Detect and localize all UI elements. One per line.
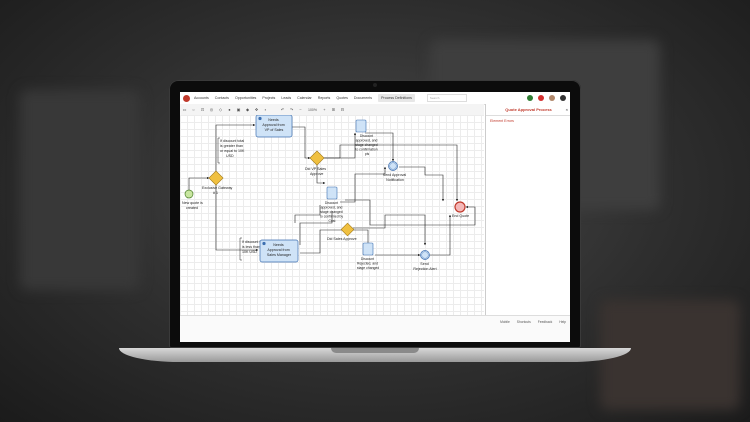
process-diagram: If discount total is greater than or equ… <box>182 114 476 271</box>
gateway-tool-icon[interactable]: ◇ <box>216 107 225 112</box>
start-event[interactable] <box>184 189 194 199</box>
send-approval-label: Send Approval Notification <box>383 173 407 182</box>
nav-item-accounts[interactable]: Accounts <box>194 96 209 100</box>
quick-create-icon[interactable] <box>527 95 533 101</box>
laptop: Accounts Contacts Opportunities Projects… <box>119 80 631 362</box>
diamond-tool-icon[interactable]: ◆ <box>243 107 252 112</box>
laptop-notch <box>331 348 419 353</box>
close-icon[interactable]: × <box>566 107 568 112</box>
script-task-bottom[interactable] <box>362 242 374 256</box>
avatar[interactable] <box>549 95 555 101</box>
nav-item-quotes[interactable]: Quotes <box>336 96 348 100</box>
start-event-label: New quote is created <box>182 201 204 210</box>
zoom-out-icon[interactable]: − <box>296 107 305 112</box>
laptop-bezel: Accounts Contacts Opportunities Projects… <box>169 80 581 348</box>
settings-icon[interactable] <box>560 95 566 101</box>
pointer-tool-icon[interactable]: ▭ <box>180 107 189 112</box>
end-event-label: End Quote <box>452 214 469 218</box>
script-task-top[interactable] <box>355 119 367 133</box>
footer-link-feedback[interactable]: Feedback <box>538 320 552 324</box>
fit-icon[interactable]: ⊟ <box>338 107 347 112</box>
flow-alert-to-end[interactable] <box>430 214 452 256</box>
properties-panel: Quote Approval Process × Element Errors <box>485 104 570 315</box>
footer: Mobile Shortcuts Feedback Help <box>180 315 570 342</box>
search-input[interactable]: Search <box>426 94 467 102</box>
gateway-1-label: Exclusive Gateway # 1 <box>202 186 233 195</box>
footer-link-shortcuts[interactable]: Shortcuts <box>517 320 531 324</box>
nav-item-projects[interactable]: Projects <box>262 96 275 100</box>
nav-item-reports[interactable]: Reports <box>318 96 331 100</box>
gateway-sm-label: Did Sales Approve <box>327 237 357 241</box>
element-errors-label[interactable]: Element Errors <box>486 116 570 126</box>
gateway-vp-label: Did VP Sales Approve <box>305 167 327 176</box>
flow-vp-to-gateway[interactable] <box>292 126 311 160</box>
gateway-sm-approve[interactable] <box>340 222 355 237</box>
task-tool-icon[interactable]: ○ <box>189 107 198 112</box>
nav-item-process-definitions[interactable]: Process Definitions <box>378 94 415 102</box>
background-shape <box>20 90 140 290</box>
diagram-canvas[interactable]: If discount total is greater than or equ… <box>180 114 484 315</box>
send-rejection-label: Send Rejection Alert <box>413 262 436 271</box>
nav-item-calendar[interactable]: Calendar <box>297 96 312 100</box>
script-task-mid[interactable] <box>326 186 338 200</box>
end-event-tool-icon[interactable]: ● <box>225 107 234 112</box>
nav-item-leads[interactable]: Leads <box>281 96 291 100</box>
redo-icon[interactable]: ↷ <box>287 107 296 112</box>
nav-item-documents[interactable]: Documents <box>354 96 372 100</box>
flow-mid-to-notify[interactable] <box>340 166 387 203</box>
flow-extra[interactable] <box>294 205 321 223</box>
user-task-icon <box>258 116 262 121</box>
laptop-base <box>119 348 631 362</box>
grid-icon[interactable]: ⊞ <box>329 107 338 112</box>
footer-link-mobile[interactable]: Mobile <box>500 320 510 324</box>
gateway-vp-approve[interactable] <box>309 150 325 166</box>
header-actions <box>527 95 566 101</box>
script-task-top-label: Discount approved, and stage changed to … <box>355 134 378 156</box>
flow-gateway-to-doc[interactable] <box>323 132 357 159</box>
flow-tool-icon[interactable]: ▣ <box>234 107 243 112</box>
notifications-icon[interactable] <box>538 95 544 101</box>
comment-tool-icon[interactable]: ▪ <box>261 107 270 112</box>
nav-item-contacts[interactable]: Contacts <box>215 96 229 100</box>
footer-link-help[interactable]: Help <box>559 320 566 324</box>
zoom-in-icon[interactable]: + <box>320 107 329 112</box>
panel-title: Quote Approval Process <box>505 107 552 112</box>
flow-sm-to-gateway[interactable] <box>300 228 349 254</box>
script-task-bottom-label: Discount Rejected, and stage changed <box>357 257 379 270</box>
end-event[interactable] <box>454 201 466 213</box>
nav-item-opportunities[interactable]: Opportunities <box>235 96 256 100</box>
event-tool-icon[interactable]: ◎ <box>207 107 216 112</box>
undo-icon[interactable]: ↶ <box>278 107 287 112</box>
screen: Accounts Contacts Opportunities Projects… <box>180 92 570 342</box>
app-logo[interactable] <box>183 94 190 102</box>
annotation-top[interactable]: If discount total is greater than or equ… <box>220 139 245 158</box>
panel-header: Quote Approval Process × <box>486 104 570 116</box>
script-task-mid-label: Discount approved, and stage changed to … <box>320 201 344 223</box>
exclusive-gateway-1[interactable] <box>208 170 224 186</box>
zoom-level: 100% <box>308 107 317 112</box>
user-task-icon <box>262 241 266 246</box>
camera-icon <box>373 83 377 87</box>
move-tool-icon[interactable]: ✥ <box>252 107 261 112</box>
subprocess-tool-icon[interactable]: ⊡ <box>198 107 207 112</box>
